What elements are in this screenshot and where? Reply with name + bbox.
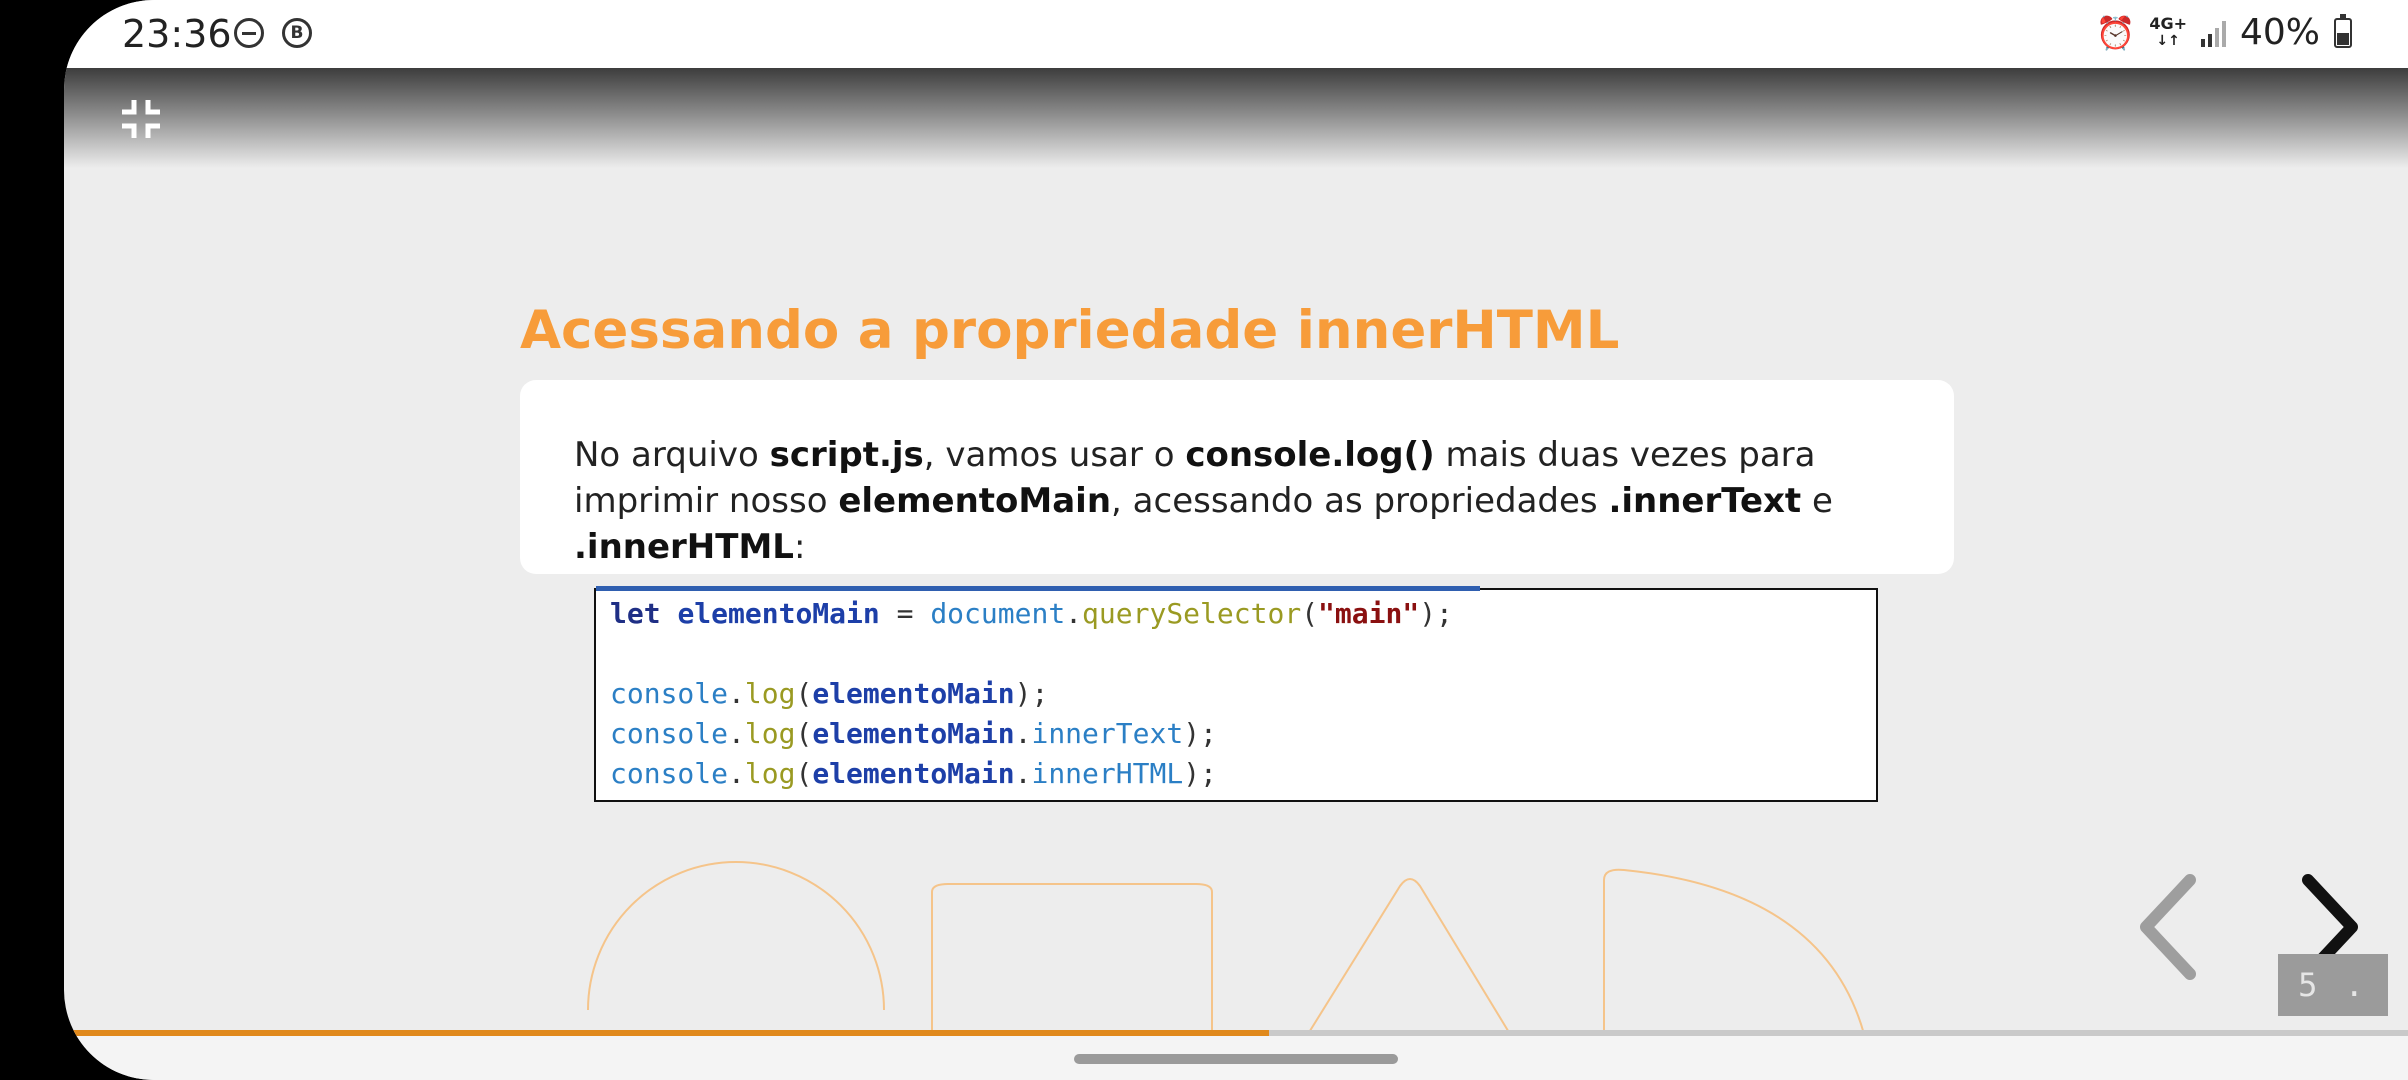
status-bar: 23:36 B ⏰ 4G+ ↓↑ 40% <box>64 0 2408 68</box>
home-gesture-handle[interactable] <box>1074 1054 1398 1064</box>
code-object: console <box>610 717 729 750</box>
body-bold-elemento-main: elementoMain <box>838 481 1112 521</box>
code-dot: . <box>1014 757 1032 790</box>
code-variable: elementoMain <box>812 757 1015 790</box>
network-type-icon: 4G+ ↓↑ <box>2149 14 2187 50</box>
code-line-5: console.log(elementoMain.innerHTML); <box>610 757 1217 790</box>
code-string: "main" <box>1318 597 1420 630</box>
code-function: log <box>744 717 796 750</box>
slide-title: Acessando a propriedade innerHTML <box>520 300 1620 361</box>
status-right: ⏰ 4G+ ↓↑ 40% <box>2095 12 2352 53</box>
network-type-label: 4G+ <box>2149 14 2187 33</box>
data-arrows-icon: ↓↑ <box>2156 33 2180 49</box>
slide-number: 5 . 4 <box>2278 954 2388 1066</box>
code-dot: . <box>728 757 745 790</box>
code-dot: . <box>728 717 745 750</box>
prev-slide-button[interactable] <box>2134 872 2204 982</box>
code-top-border <box>596 586 1480 591</box>
chevron-left-icon <box>2140 874 2196 980</box>
code-dot: . <box>1014 717 1032 750</box>
code-property: innerText <box>1031 717 1184 750</box>
code-object: console <box>610 677 729 710</box>
body-text-6: : <box>793 527 806 567</box>
body-text-4: , acessando as propriedades <box>1111 481 1609 521</box>
deco-semicircle <box>587 861 885 1011</box>
code-paren: ( <box>795 757 813 790</box>
alarm-icon: ⏰ <box>2095 13 2136 52</box>
code-paren: ( <box>795 677 813 710</box>
body-bold-console-log: console.log() <box>1185 435 1435 475</box>
battery-percent: 40% <box>2239 12 2320 53</box>
code-line-4: console.log(elementoMain.innerText); <box>610 717 1217 750</box>
code-keyword: let <box>610 597 661 630</box>
code-variable: elementoMain <box>812 717 1015 750</box>
status-time: 23:36 <box>122 12 232 56</box>
deco-quarter <box>1603 868 1865 1050</box>
code-paren-close: ); <box>1014 677 1049 710</box>
screen: 23:36 B ⏰ 4G+ ↓↑ 40% Acessando a proprie… <box>64 0 2408 1080</box>
decorative-shapes <box>587 861 1865 1050</box>
code-dot: . <box>728 677 745 710</box>
body-text-5: e <box>1801 481 1833 521</box>
code-paren-close: ); <box>1183 757 1217 790</box>
code-object: document <box>930 597 1066 630</box>
code-variable: elementoMain <box>677 597 880 630</box>
code-line-3: console.log(elementoMain); <box>610 677 1048 710</box>
code-variable: elementoMain <box>812 677 1015 710</box>
body-text-2: , vamos usar o <box>923 435 1186 475</box>
body-bold-inner-text: .innerText <box>1608 481 1802 521</box>
code-property: innerHTML <box>1031 757 1184 790</box>
code-paren-close: ); <box>1419 597 1453 630</box>
code-function: log <box>744 677 796 710</box>
code-function: querySelector <box>1082 597 1302 630</box>
code-snippet: let elementoMain = document.querySelecto… <box>594 586 1878 802</box>
battery-icon <box>2334 13 2352 48</box>
code-dot: . <box>1065 597 1083 630</box>
code-object: console <box>610 757 729 790</box>
body-text-1: No arquivo <box>574 435 770 475</box>
signal-icon <box>2200 19 2226 47</box>
code-function: log <box>744 757 796 790</box>
code-operator: = <box>879 597 931 630</box>
slide-body-text: No arquivo script.js, vamos usar o conso… <box>574 432 1914 570</box>
presentation-toolbar <box>64 68 2408 168</box>
text-card: No arquivo script.js, vamos usar o conso… <box>520 380 1954 574</box>
code-lines: let elementoMain = document.querySelecto… <box>610 594 1453 794</box>
code-paren: ( <box>795 717 813 750</box>
body-bold-inner-html: .innerHTML <box>574 527 794 567</box>
deco-rounded-rect <box>931 883 1213 1050</box>
exit-fullscreen-icon[interactable] <box>120 98 162 140</box>
code-paren-close: ); <box>1183 717 1217 750</box>
deco-triangle <box>1307 878 1511 1035</box>
dnd-icon <box>234 18 264 48</box>
code-paren: ( <box>1301 597 1319 630</box>
body-bold-script-js: script.js <box>769 435 924 475</box>
b-icon: B <box>282 18 312 48</box>
code-line-1: let elementoMain = document.querySelecto… <box>610 597 1453 630</box>
